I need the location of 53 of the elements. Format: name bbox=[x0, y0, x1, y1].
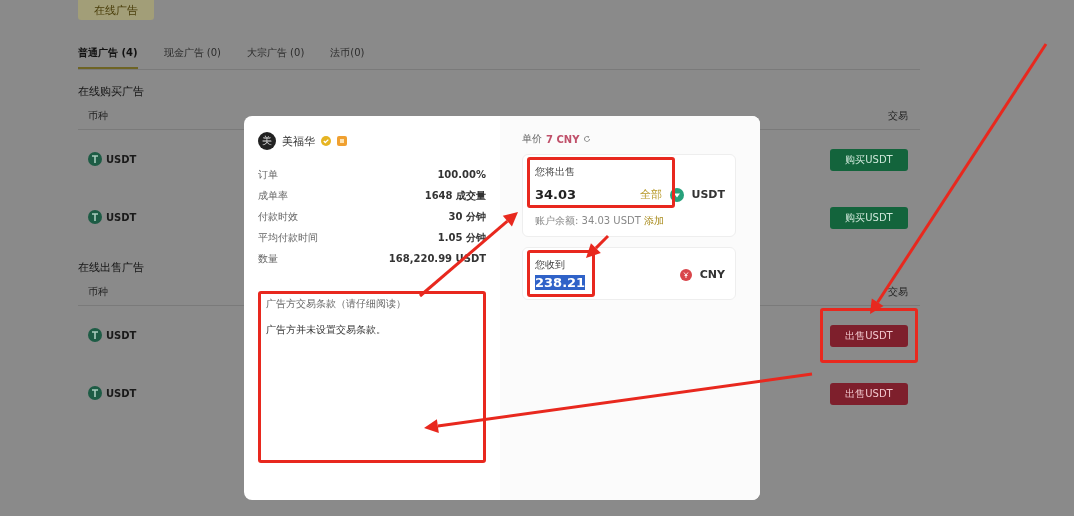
stat-label: 成单率 bbox=[258, 188, 288, 203]
price-value: 7 CNY bbox=[546, 133, 580, 145]
token-icon bbox=[669, 187, 684, 202]
tab[interactable]: 大宗广告 (0) bbox=[246, 46, 305, 69]
trade-button[interactable]: 出售USDT bbox=[830, 382, 908, 405]
stat-label: 订单 bbox=[258, 167, 278, 182]
arrow bbox=[586, 234, 610, 258]
tab[interactable]: 普通广告 (4) bbox=[78, 46, 138, 69]
column-header: 交易 bbox=[888, 285, 908, 299]
verified-icon bbox=[321, 136, 331, 146]
balance-text: 账户余额: 34.03 USDT bbox=[535, 214, 641, 228]
price-label: 单价 bbox=[522, 132, 542, 146]
tab[interactable]: 法币(0) bbox=[330, 46, 365, 69]
yuan-icon bbox=[679, 268, 692, 281]
trade-button[interactable]: 出售USDT bbox=[830, 324, 908, 347]
coin-name: USDT bbox=[106, 153, 137, 165]
sell-amount-field[interactable]: 34.03 bbox=[535, 187, 632, 202]
section-title: 在线出售广告 bbox=[78, 260, 144, 275]
avatar: 美 bbox=[258, 132, 276, 150]
terms-text: 广告方并未设置交易条款。 bbox=[266, 323, 387, 337]
stat-label: 平均付款时间 bbox=[258, 230, 318, 245]
stat-label: 付款时效 bbox=[258, 209, 298, 224]
column-header: 币种 bbox=[88, 285, 108, 299]
trade-button[interactable]: 购买USDT bbox=[830, 148, 908, 171]
column-header: 交易 bbox=[888, 109, 908, 123]
advertiser-name: 美福华 bbox=[282, 133, 315, 149]
online-ads-button[interactable]: 在线广告 bbox=[78, 0, 154, 20]
column-header: 币种 bbox=[88, 109, 108, 123]
stat-value: 30 分钟 bbox=[448, 209, 486, 224]
max-link[interactable]: 全部 bbox=[639, 187, 662, 202]
stat-value: 1.05 分钟 bbox=[437, 230, 486, 245]
coin-icon bbox=[88, 210, 102, 224]
coin-name: USDT bbox=[106, 387, 137, 399]
trade-button[interactable]: 购买USDT bbox=[830, 206, 908, 229]
currency-label: USDT bbox=[691, 188, 725, 201]
field-label: 您将出售 bbox=[535, 165, 576, 179]
tab[interactable]: 现金广告 (0) bbox=[163, 46, 221, 69]
stat-label: 数量 bbox=[258, 251, 278, 266]
coin-icon bbox=[88, 152, 102, 166]
coin-icon bbox=[88, 328, 102, 342]
add-link[interactable]: 添加 bbox=[643, 214, 664, 228]
shield-icon bbox=[337, 136, 347, 146]
coin-icon bbox=[88, 386, 102, 400]
currency-label: CNY bbox=[699, 268, 725, 281]
stat-value: 1648 成交量 bbox=[424, 188, 486, 203]
refresh-icon[interactable] bbox=[583, 135, 592, 143]
section-title: 在线购买广告 bbox=[78, 84, 144, 99]
coin-name: USDT bbox=[106, 211, 137, 223]
stat-value: 100.00% bbox=[437, 169, 486, 180]
terms-title: 广告方交易条款（请仔细阅读） bbox=[266, 297, 407, 311]
receive-amount-field[interactable]: 238.21 bbox=[535, 275, 586, 290]
coin-name: USDT bbox=[106, 329, 137, 341]
field-label: 您收到 bbox=[535, 258, 566, 272]
